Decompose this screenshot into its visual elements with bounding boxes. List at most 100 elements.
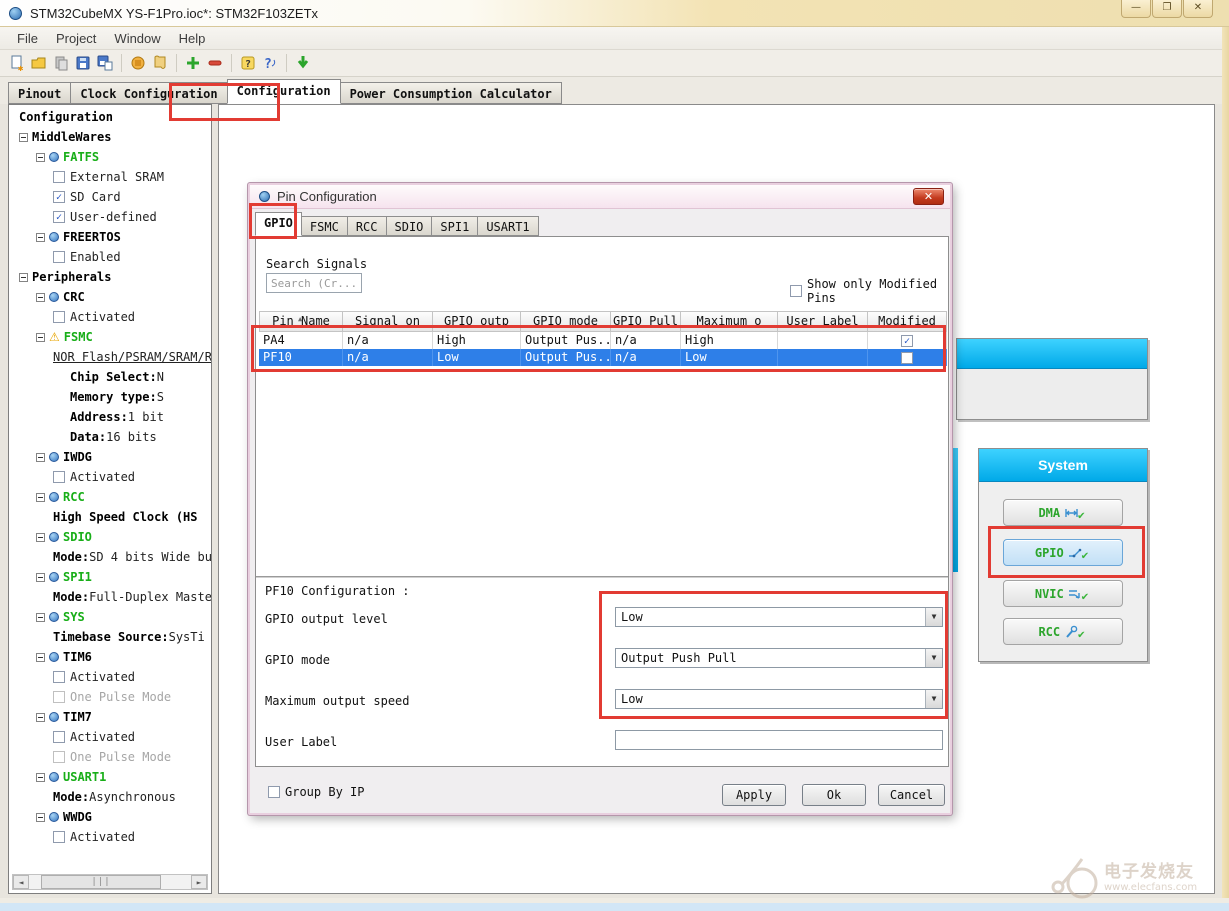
- tree-item-usart1[interactable]: USART1: [9, 767, 211, 787]
- download-icon[interactable]: [292, 53, 314, 73]
- tree-item-spi1[interactable]: SPI1: [9, 567, 211, 587]
- expander-icon[interactable]: [36, 232, 45, 242]
- tree-item-mode[interactable]: Mode: Asynchronous: [9, 787, 211, 807]
- checkbox-icon[interactable]: [53, 691, 65, 703]
- table-row-pf10[interactable]: PF10 n/a Low Output Pus... n/a Low: [259, 349, 947, 366]
- dma-button[interactable]: DMA ✔: [1003, 499, 1123, 526]
- report-icon[interactable]: [149, 53, 171, 73]
- expander-icon[interactable]: [36, 152, 45, 162]
- group-by-ip-checkbox[interactable]: Group By IP: [268, 785, 364, 799]
- expander-icon[interactable]: [36, 452, 45, 462]
- dialog-tab-spi1[interactable]: SPI1: [431, 216, 479, 236]
- tree-item-address[interactable]: Address: 1 bit: [9, 407, 211, 427]
- context-help-icon[interactable]: ?: [259, 53, 281, 73]
- tree-item-middlewares[interactable]: MiddleWares: [9, 127, 211, 147]
- scrollbar-thumb[interactable]: |||: [41, 875, 161, 889]
- expander-icon[interactable]: [36, 532, 45, 542]
- help-icon[interactable]: ?: [237, 53, 259, 73]
- menu-file[interactable]: File: [8, 29, 47, 48]
- tree-item-wwdg[interactable]: WWDG: [9, 807, 211, 827]
- dialog-tab-gpio[interactable]: GPIO: [255, 212, 302, 236]
- dialog-titlebar[interactable]: Pin Configuration ✕: [250, 185, 950, 209]
- expander-icon[interactable]: [36, 812, 45, 822]
- chevron-down-icon[interactable]: ▼: [925, 690, 942, 708]
- expander-icon[interactable]: [19, 132, 28, 142]
- tab-pinout[interactable]: Pinout: [8, 82, 72, 104]
- column-header-user-label[interactable]: User Label: [778, 311, 868, 332]
- tree-item-mode[interactable]: Mode: SD 4 bits Wide bu: [9, 547, 211, 567]
- checkbox-icon[interactable]: [53, 471, 65, 483]
- scroll-right-icon[interactable]: ►: [191, 875, 207, 889]
- tree-item-activated[interactable]: Activated: [9, 827, 211, 847]
- tree-item-activated[interactable]: Activated: [9, 727, 211, 747]
- tab-power-consumption-calculator[interactable]: Power Consumption Calculator: [339, 82, 562, 104]
- tree-item-iwdg[interactable]: IWDG: [9, 447, 211, 467]
- tree-item-sdio[interactable]: SDIO: [9, 527, 211, 547]
- checkbox-icon[interactable]: ✓: [53, 211, 65, 223]
- apply-button[interactable]: Apply: [722, 784, 786, 806]
- tab-configuration[interactable]: Configuration: [226, 79, 341, 104]
- gpio-mode-select[interactable]: Output Push Pull ▼: [615, 648, 943, 668]
- dialog-tab-rcc[interactable]: RCC: [346, 216, 387, 236]
- maximum-output-speed-select[interactable]: Low ▼: [615, 689, 943, 709]
- splitter[interactable]: [256, 576, 948, 578]
- remove-icon[interactable]: [204, 53, 226, 73]
- add-icon[interactable]: [182, 53, 204, 73]
- new-file-icon[interactable]: ✱: [6, 53, 28, 73]
- close-button[interactable]: ✕: [1183, 0, 1213, 18]
- checkbox-icon[interactable]: [53, 671, 65, 683]
- open-folder-icon[interactable]: [28, 53, 50, 73]
- chevron-down-icon[interactable]: ▼: [925, 649, 942, 667]
- tree-item-enabled[interactable]: Enabled: [9, 247, 211, 267]
- tab-clock-configuration[interactable]: Clock Configuration: [70, 82, 228, 104]
- column-header-maximum-o[interactable]: Maximum o: [681, 311, 778, 332]
- tree-item-data[interactable]: Data: 16 bits: [9, 427, 211, 447]
- checkbox-icon[interactable]: [53, 251, 65, 263]
- checkbox-icon[interactable]: [53, 751, 65, 763]
- menu-project[interactable]: Project: [47, 29, 105, 48]
- checkbox-icon[interactable]: ✓: [53, 191, 65, 203]
- gpio-button[interactable]: GPIO ✔: [1003, 539, 1123, 566]
- expander-icon[interactable]: [36, 712, 45, 722]
- gpio-output-level-select[interactable]: Low ▼: [615, 607, 943, 627]
- tree-item-one-pulse-mode[interactable]: One Pulse Mode: [9, 687, 211, 707]
- save-all-icon[interactable]: [94, 53, 116, 73]
- save-icon[interactable]: [72, 53, 94, 73]
- menu-help[interactable]: Help: [170, 29, 215, 48]
- tree-item-mode[interactable]: Mode: Full-Duplex Maste: [9, 587, 211, 607]
- tree-item-fsmc[interactable]: ⚠ FSMC: [9, 327, 211, 347]
- tree-item-fatfs[interactable]: FATFS: [9, 147, 211, 167]
- cancel-button[interactable]: Cancel: [878, 784, 945, 806]
- maximize-button[interactable]: ❐: [1152, 0, 1182, 18]
- expander-icon[interactable]: [36, 612, 45, 622]
- tree-item-configuration[interactable]: Configuration: [9, 107, 211, 127]
- tree-item-memory-type[interactable]: Memory type: S: [9, 387, 211, 407]
- tree-item-external-sram[interactable]: External SRAM: [9, 167, 211, 187]
- tree-item-sd-card[interactable]: ✓ SD Card: [9, 187, 211, 207]
- copy-icon[interactable]: [50, 53, 72, 73]
- tree-item-activated[interactable]: Activated: [9, 667, 211, 687]
- menu-window[interactable]: Window: [105, 29, 169, 48]
- tree-item-rcc[interactable]: RCC: [9, 487, 211, 507]
- column-header-signal-on[interactable]: Signal on: [343, 311, 433, 332]
- ok-button[interactable]: Ok: [802, 784, 866, 806]
- tree-item-activated[interactable]: Activated: [9, 307, 211, 327]
- tree-item-timebase-source[interactable]: Timebase Source: SysTi: [9, 627, 211, 647]
- user-label-input[interactable]: [615, 730, 943, 750]
- table-row-pa4[interactable]: PA4 n/a High Output Pus... n/a High ✓: [259, 332, 947, 349]
- expander-icon[interactable]: [36, 332, 45, 342]
- checkbox-icon[interactable]: [53, 171, 65, 183]
- checkbox-icon[interactable]: [268, 786, 280, 798]
- dialog-tab-fsmc[interactable]: FSMC: [300, 216, 348, 236]
- tree-item-user-defined[interactable]: ✓ User-defined: [9, 207, 211, 227]
- expander-icon[interactable]: [36, 572, 45, 582]
- tree-horizontal-scrollbar[interactable]: ◄ ||| ►: [12, 874, 208, 890]
- expander-icon[interactable]: [36, 652, 45, 662]
- checkbox-icon[interactable]: [53, 831, 65, 843]
- tree-item-nor-flash-psram-sram-ro[interactable]: NOR Flash/PSRAM/SRAM/RO: [9, 347, 211, 367]
- checkbox-icon[interactable]: [790, 285, 802, 297]
- column-header-modified[interactable]: Modified: [868, 311, 947, 332]
- tree-item-tim7[interactable]: TIM7: [9, 707, 211, 727]
- show-only-modified-checkbox[interactable]: Show only Modified Pins: [790, 277, 948, 305]
- search-input[interactable]: [266, 273, 362, 293]
